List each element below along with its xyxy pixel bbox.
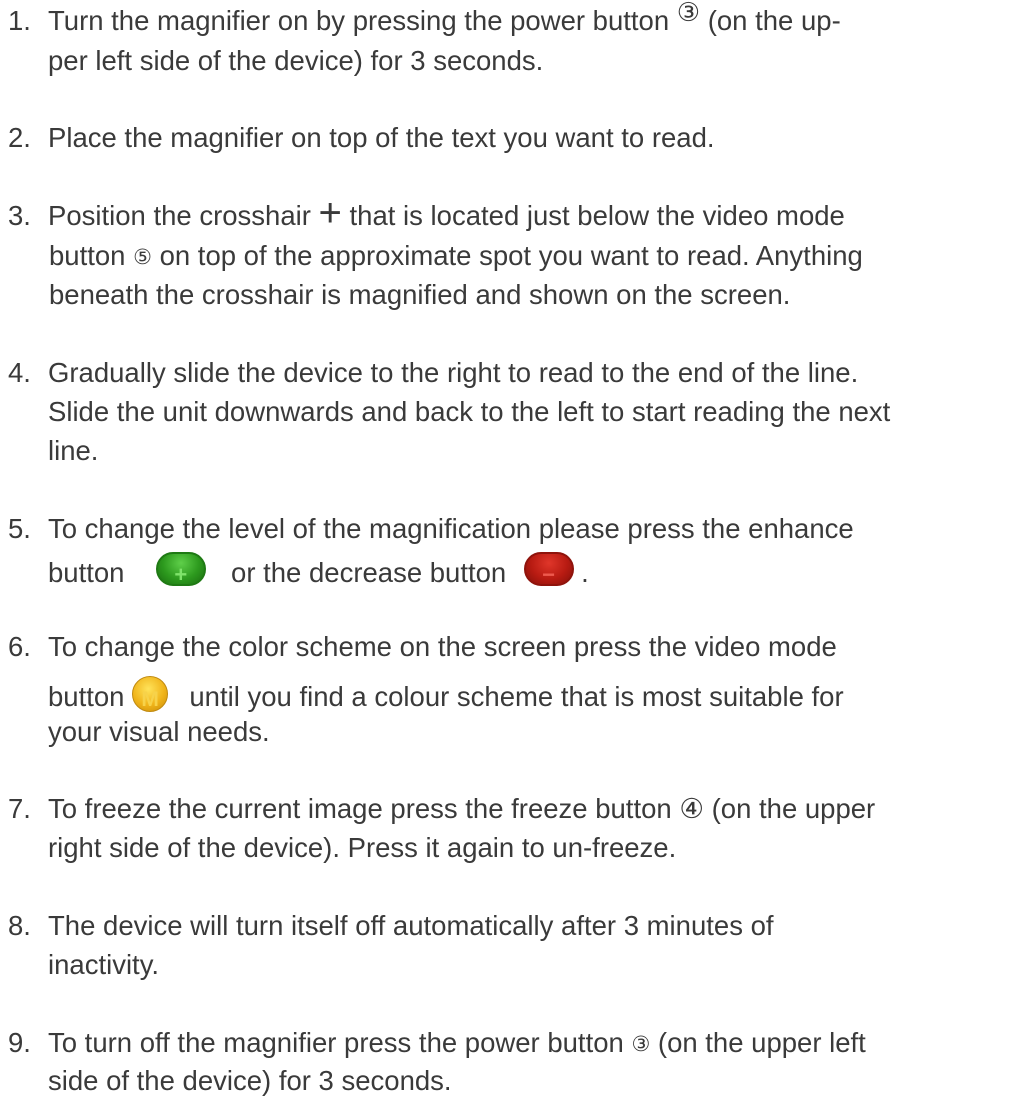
- power-button-number-icon: ③: [631, 1033, 651, 1056]
- decrease-button-icon: −: [523, 552, 574, 587]
- step-text-line: To freeze the current image press the fr…: [48, 790, 875, 828]
- freeze-button-number-icon: ④: [679, 793, 704, 824]
- step-text-line: button ⑤ on top of the approximate spot …: [49, 237, 863, 278]
- step-text: button: [48, 681, 125, 712]
- step-8: 8. The device will turn itself off autom…: [8, 907, 1013, 987]
- video-mode-button-number-icon: ⑤: [133, 246, 152, 269]
- video-mode-button-icon: M: [132, 676, 169, 712]
- step-text: Turn the magnifier on by pressing the po…: [48, 5, 677, 36]
- step-text-line: your visual needs.: [48, 716, 270, 747]
- step-text-line: Gradually slide the device to the right …: [48, 357, 859, 388]
- step-text: To freeze the current image press the fr…: [48, 793, 680, 824]
- step-text: button: [48, 557, 125, 588]
- step-text-line: beneath the crosshair is magnified and s…: [49, 279, 791, 310]
- step-text-line: To change the color scheme on the screen…: [48, 631, 837, 662]
- step-number: 3.: [8, 200, 31, 231]
- step-number: 2.: [8, 122, 31, 153]
- step-4: 4. Gradually slide the device to the rig…: [8, 354, 1013, 474]
- step-text-line: right side of the device). Press it agai…: [48, 832, 677, 863]
- step-5: 5. To change the level of the magnificat…: [8, 510, 1013, 590]
- step-6: 6. To change the color scheme on the scr…: [8, 628, 1013, 753]
- step-text: (on the up-: [700, 5, 841, 36]
- step-3: 3. Position the crosshair + that is loca…: [8, 193, 1013, 317]
- crosshair-icon: +: [318, 191, 342, 235]
- power-button-number-icon: ③: [676, 0, 701, 27]
- step-text: until you find a colour scheme that is m…: [189, 681, 844, 712]
- step-7: 7. To freeze the current image press the…: [8, 790, 1013, 870]
- step-text-line: side of the device) for 3 seconds.: [48, 1065, 452, 1096]
- step-text: (on the upper: [703, 793, 876, 824]
- step-number: 5.: [8, 513, 31, 544]
- step-text-line: inactivity.: [48, 949, 160, 980]
- step-text: on top of the approximate spot you want …: [151, 240, 863, 271]
- step-text: button: [49, 240, 134, 271]
- step-2: 2. Place the magnifier on top of the tex…: [8, 119, 1013, 159]
- step-text: that is located just below the video mod…: [341, 200, 845, 231]
- step-text-line: Turn the magnifier on by pressing the po…: [48, 0, 841, 40]
- step-number: 8.: [8, 910, 31, 941]
- step-number: 4.: [8, 357, 31, 388]
- step-text: (on the upper left: [650, 1027, 866, 1058]
- step-text: .: [581, 557, 589, 588]
- step-text-line: Slide the unit downwards and back to the…: [48, 396, 891, 427]
- step-text-line: The device will turn itself off automati…: [48, 910, 774, 941]
- step-number: 1.: [8, 5, 31, 36]
- step-text-line: To change the level of the magnification…: [48, 513, 854, 544]
- step-9: 9. To turn off the magnifier press the p…: [8, 1024, 1013, 1104]
- step-text-line: line.: [48, 435, 99, 466]
- step-text-line: button + or the decrease button − .: [48, 548, 589, 592]
- step-text-line: button M until you find a colour scheme …: [48, 670, 844, 716]
- step-text-line: To turn off the magnifier press the powe…: [48, 1024, 866, 1065]
- step-number: 6.: [8, 631, 31, 662]
- step-text-line: per left side of the device) for 3 secon…: [48, 45, 544, 76]
- step-1: 1. Turn the magnifier on by pressing the…: [8, 0, 1013, 82]
- step-number: 7.: [8, 793, 31, 824]
- step-text: or the decrease button: [231, 557, 507, 588]
- step-text: To turn off the magnifier press the powe…: [48, 1027, 632, 1058]
- enhance-button-icon: +: [155, 552, 206, 587]
- step-text: Position the crosshair: [48, 200, 319, 231]
- step-text-line: Position the crosshair + that is located…: [48, 193, 845, 235]
- step-number: 9.: [8, 1027, 31, 1058]
- step-text-line: Place the magnifier on top of the text y…: [48, 122, 715, 153]
